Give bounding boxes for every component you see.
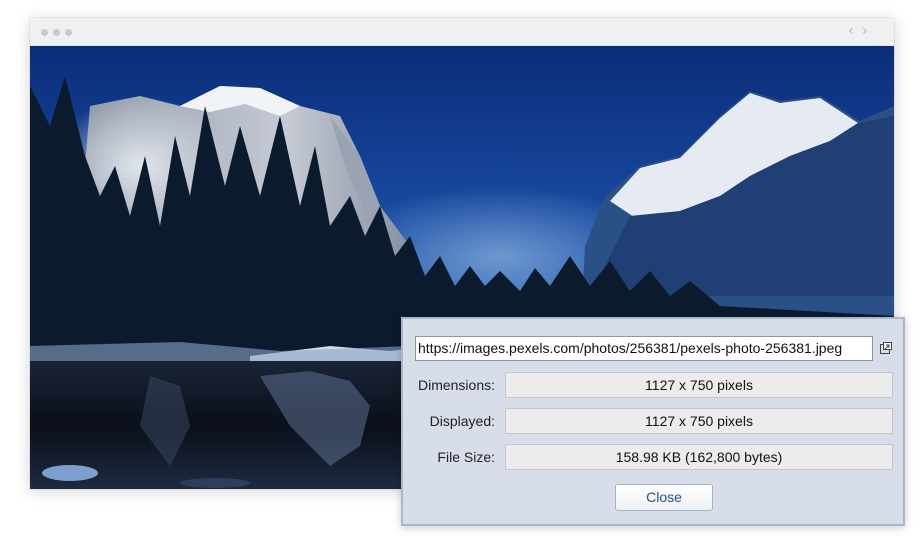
image-info-dialog: https://images.pexels.com/photos/256381/… <box>401 317 905 526</box>
window-dot-minimize[interactable] <box>53 29 60 36</box>
open-external-icon[interactable] <box>880 342 892 354</box>
dimensions-label: Dimensions: <box>417 377 495 393</box>
window-dot-zoom[interactable] <box>65 29 72 36</box>
window-dot-close[interactable] <box>41 29 48 36</box>
dimensions-value: 1127 x 750 pixels <box>505 372 893 398</box>
file-size-label: File Size: <box>437 449 495 465</box>
back-arrow-icon[interactable]: ‹ <box>848 23 854 39</box>
title-bar: ‹ › <box>30 18 894 46</box>
displayed-label: Displayed: <box>429 413 495 429</box>
displayed-value: 1127 x 750 pixels <box>505 408 893 434</box>
close-button[interactable]: Close <box>615 484 713 511</box>
file-size-value: 158.98 KB (162,800 bytes) <box>505 444 893 470</box>
forward-arrow-icon[interactable]: › <box>862 23 868 39</box>
image-url-field[interactable]: https://images.pexels.com/photos/256381/… <box>415 336 873 361</box>
